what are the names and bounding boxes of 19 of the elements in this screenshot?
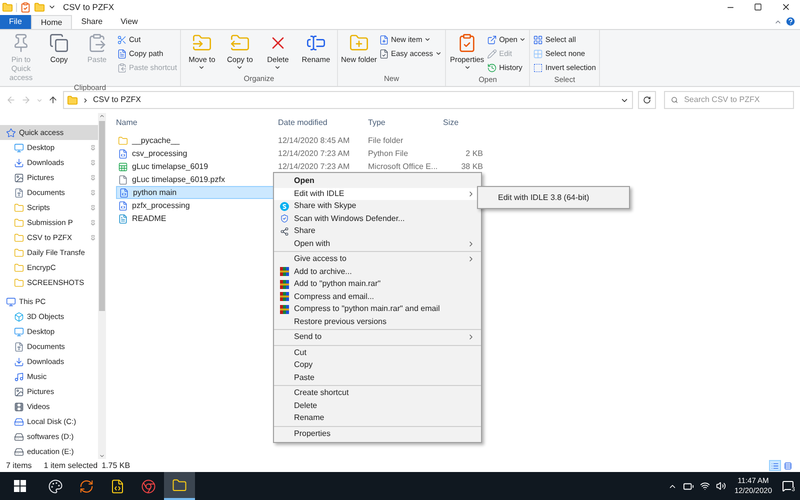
file-name: README <box>132 212 166 224</box>
size-cell-text: 38 KB <box>460 160 483 172</box>
file-name: pzfx_processing <box>132 200 190 212</box>
window-title: CSV to PZFX <box>63 0 114 14</box>
file-name: python main <box>133 186 177 198</box>
type-cell-text: Microsoft Office E... <box>368 160 439 172</box>
item-count: 7 items <box>6 460 32 472</box>
file-name: gLuc timelapse_6019.pzfx <box>132 174 225 186</box>
file-name: __pycache__ <box>132 134 180 146</box>
selection-size: 1.75 KB <box>102 460 130 472</box>
date-cell-text: 12/14/2020 8:45 AM <box>278 134 351 146</box>
file-name: csv_processing <box>132 148 188 160</box>
size-cell-text: 2 KB <box>464 148 483 160</box>
selection-info: 1 item selected <box>44 460 98 472</box>
date-cell-text: 12/14/2020 7:23 AM <box>278 160 351 172</box>
type-cell-text: Python File <box>368 148 410 160</box>
date-cell-text: 12/14/2020 7:23 AM <box>278 148 351 160</box>
file-name: gLuc timelapse_6019 <box>132 160 208 172</box>
type-cell-text: File folder <box>368 134 404 146</box>
